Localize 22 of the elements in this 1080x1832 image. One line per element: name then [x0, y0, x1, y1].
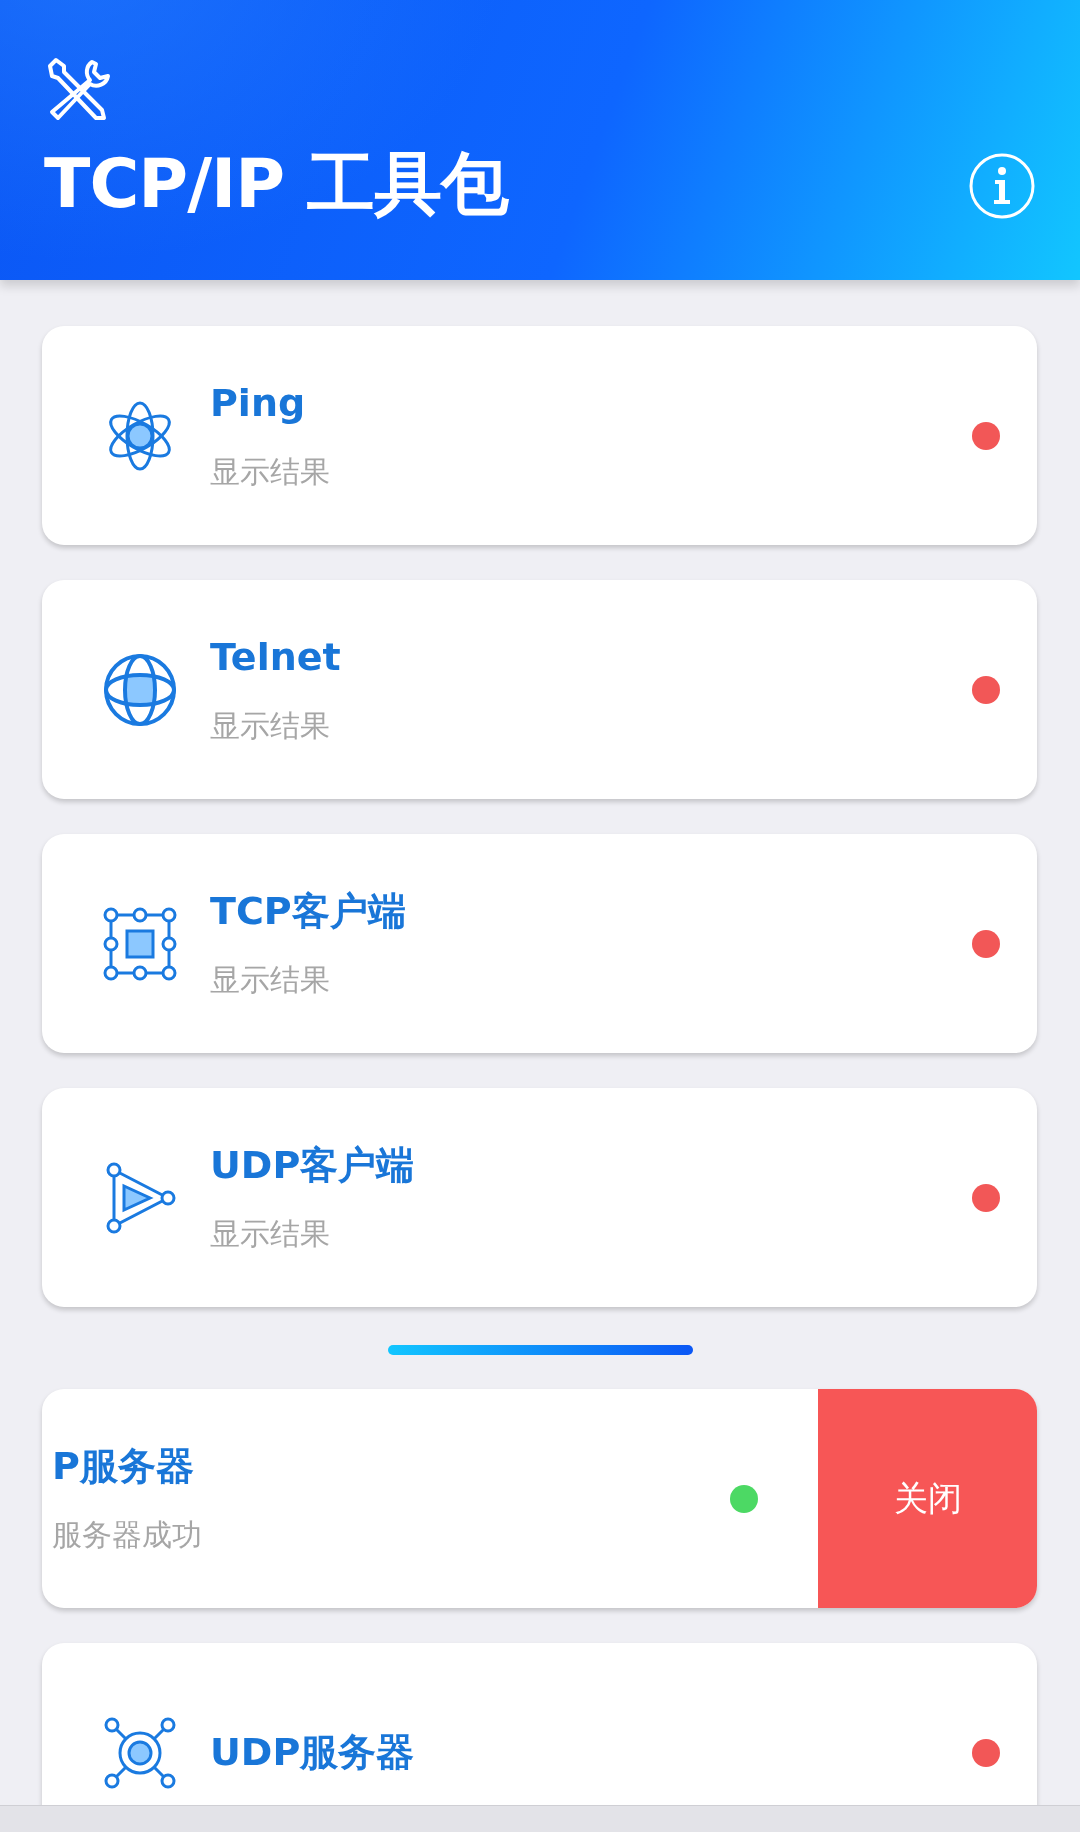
tool-card[interactable]: Ping 显示结果: [42, 326, 1037, 545]
tool-title: UDP客户端: [210, 1145, 416, 1187]
tool-title: P服务器: [52, 1446, 195, 1488]
status-text: 显示结果: [210, 708, 331, 742]
status-text: 显示结果: [210, 454, 331, 488]
selection-frame-icon: [102, 905, 178, 982]
tool-title: Ping: [210, 383, 307, 425]
tool-card[interactable]: Telnet 显示结果: [42, 580, 1037, 799]
info-icon[interactable]: [968, 152, 1036, 220]
tool-title: UDP服务器: [210, 1731, 416, 1774]
tool-title: Telnet: [210, 637, 342, 679]
globe-icon: [102, 651, 178, 728]
close-button[interactable]: 关闭: [818, 1389, 1037, 1608]
app-title: TCP/IP 工具包: [44, 150, 508, 218]
tool-card[interactable]: UDP服务器: [42, 1643, 1037, 1805]
status-text: 显示结果: [210, 1216, 331, 1250]
status-text: 显示结果: [210, 962, 331, 996]
tool-card[interactable]: UDP客户端 显示结果: [42, 1088, 1037, 1307]
tool-card[interactable]: TCP客户端 显示结果: [42, 834, 1037, 1053]
tool-card[interactable]: P服务器 服务器成功 关闭: [42, 1389, 1037, 1608]
tool-title: TCP客户端: [210, 891, 407, 933]
status-text: 服务器成功: [52, 1517, 203, 1551]
